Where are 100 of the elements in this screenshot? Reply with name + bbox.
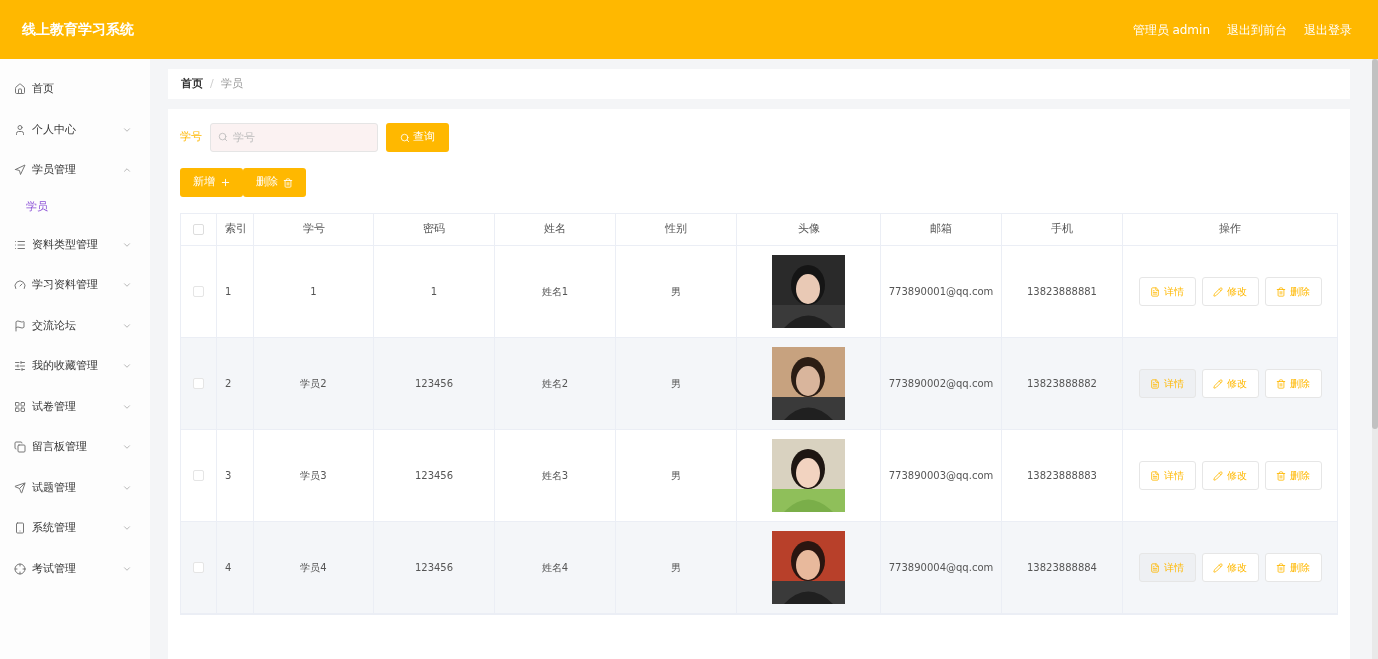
table-cell-text: 123456 bbox=[414, 469, 454, 483]
table-cell-text: 3 bbox=[225, 469, 232, 483]
column-header: 性别 bbox=[665, 221, 687, 238]
table-cell-text: 姓名3 bbox=[541, 469, 569, 483]
checkbox[interactable] bbox=[193, 562, 204, 573]
header-link[interactable]: 退出到前台 bbox=[1227, 20, 1287, 39]
table-cell-text: 姓名2 bbox=[541, 377, 569, 391]
sidebar-item[interactable]: 试卷管理 bbox=[0, 386, 150, 427]
details-button[interactable]: 详情 bbox=[1138, 461, 1196, 490]
checkbox[interactable] bbox=[193, 378, 204, 389]
sidebar-item[interactable]: 系统管理 bbox=[0, 508, 150, 549]
trash-icon bbox=[1276, 378, 1286, 389]
sidebar-item[interactable]: 试题管理 bbox=[0, 467, 150, 508]
pencil-icon bbox=[1213, 286, 1223, 297]
table-cell-text: 学员2 bbox=[300, 377, 327, 391]
sidebar-item[interactable]: 考试管理 bbox=[0, 548, 150, 589]
delete-button[interactable]: 删除 bbox=[1264, 461, 1322, 490]
table-cell-text: 学员4 bbox=[300, 561, 327, 575]
delete-button[interactable]: 删除 bbox=[1264, 277, 1322, 306]
edit-button[interactable]: 修改 bbox=[1201, 461, 1259, 490]
sidebar-item[interactable]: 留言板管理 bbox=[0, 427, 150, 468]
document-icon bbox=[1150, 562, 1160, 573]
trash-icon bbox=[1276, 470, 1286, 481]
checkbox[interactable] bbox=[193, 286, 204, 297]
table-cell-text: 男 bbox=[671, 377, 681, 391]
table-cell-text: 1 bbox=[430, 285, 438, 299]
details-button[interactable]: 详情 bbox=[1138, 553, 1196, 582]
table-cell-text: 姓名1 bbox=[541, 285, 569, 299]
phone-icon bbox=[14, 522, 26, 535]
sidebar-subitem[interactable]: 学员 bbox=[0, 190, 150, 225]
column-header: 索引 bbox=[225, 221, 247, 238]
search-label: 学号 bbox=[180, 129, 202, 146]
edit-button[interactable]: 修改 bbox=[1201, 277, 1259, 306]
table-cell-text: 773890004@qq.com bbox=[888, 561, 994, 575]
sidebar-item[interactable]: 我的收藏管理 bbox=[0, 346, 150, 387]
search-icon bbox=[400, 132, 410, 143]
table-cell-text: 男 bbox=[671, 469, 681, 483]
table-cell-text: 123456 bbox=[414, 377, 454, 391]
gauge-icon bbox=[14, 279, 26, 292]
delete-button[interactable]: 删除 bbox=[1264, 553, 1322, 582]
document-icon bbox=[1150, 286, 1160, 297]
table-cell-text: 13823888884 bbox=[1027, 561, 1097, 575]
paper-plane-icon bbox=[14, 481, 26, 494]
breadcrumb-link[interactable]: 首页 bbox=[181, 75, 203, 93]
sidebar-item[interactable]: 个人中心 bbox=[0, 109, 150, 150]
table-cell-text: 学员3 bbox=[300, 469, 327, 483]
delete-button[interactable]: 删除 bbox=[1264, 369, 1322, 398]
column-header: 学号 bbox=[302, 221, 325, 238]
table-cell-text: 4 bbox=[225, 561, 232, 575]
checkbox[interactable] bbox=[193, 470, 204, 481]
table-cell-text: 男 bbox=[671, 561, 681, 575]
column-header: 邮箱 bbox=[930, 221, 952, 238]
flag-icon bbox=[14, 319, 26, 332]
pencil-icon bbox=[1213, 562, 1223, 573]
breadcrumb-link[interactable]: 学员 bbox=[220, 75, 243, 93]
scrollbar[interactable] bbox=[1372, 59, 1378, 659]
trash-icon bbox=[283, 177, 293, 188]
list-icon bbox=[14, 238, 26, 251]
column-header: 手机 bbox=[1051, 221, 1073, 238]
table-cell-text: 2 bbox=[225, 377, 232, 391]
edit-button[interactable]: 修改 bbox=[1201, 369, 1259, 398]
sliders-icon bbox=[14, 360, 26, 373]
column-header: 姓名 bbox=[544, 221, 566, 238]
table-cell-text: 773890002@qq.com bbox=[888, 377, 994, 391]
sidebar-item[interactable]: 学员管理 bbox=[0, 150, 150, 191]
column-header: 操作 bbox=[1219, 221, 1241, 238]
sidebar-item[interactable]: 交流论坛 bbox=[0, 305, 150, 346]
document-icon bbox=[1150, 378, 1160, 389]
details-button[interactable]: 详情 bbox=[1138, 369, 1196, 398]
sidebar-item[interactable]: 首页 bbox=[0, 69, 150, 110]
column-header: 头像 bbox=[797, 221, 820, 238]
table-cell-text: 773890003@qq.com bbox=[888, 469, 994, 483]
navigation-icon bbox=[14, 164, 26, 177]
search-icon bbox=[218, 132, 228, 142]
sidebar-item[interactable]: 学习资料管理 bbox=[0, 265, 150, 306]
column-header: 密码 bbox=[423, 221, 445, 238]
table-cell-text: 1 bbox=[225, 285, 232, 299]
app-title: 线上教育学习系统 bbox=[22, 20, 134, 39]
checkbox[interactable] bbox=[193, 224, 204, 235]
edit-button[interactable]: 修改 bbox=[1201, 553, 1259, 582]
document-icon bbox=[1150, 470, 1160, 481]
delete-button[interactable]: 删除 bbox=[243, 168, 306, 197]
sidebar-item[interactable]: 资料类型管理 bbox=[0, 224, 150, 265]
table-cell-text: 13823888881 bbox=[1027, 285, 1097, 299]
grid-icon bbox=[14, 400, 26, 413]
table-cell-text: 13823888883 bbox=[1027, 469, 1097, 483]
plus-icon bbox=[219, 177, 231, 188]
header-link[interactable]: 管理员 admin bbox=[1132, 20, 1210, 39]
trash-icon bbox=[1276, 562, 1286, 573]
user-icon bbox=[14, 123, 26, 136]
table-cell-text: 13823888882 bbox=[1027, 377, 1097, 391]
query-button[interactable]: 查询 bbox=[386, 123, 449, 152]
table-cell-text: 123456 bbox=[414, 561, 454, 575]
breadcrumb-separator: / bbox=[210, 75, 214, 92]
header-link[interactable]: 退出登录 bbox=[1304, 20, 1352, 39]
details-button[interactable]: 详情 bbox=[1138, 277, 1196, 306]
table-cell-text: 男 bbox=[671, 285, 681, 299]
table-cell-text: 773890001@qq.com bbox=[888, 285, 994, 299]
home-icon bbox=[14, 83, 26, 96]
add-button[interactable]: 新增 bbox=[180, 168, 243, 197]
